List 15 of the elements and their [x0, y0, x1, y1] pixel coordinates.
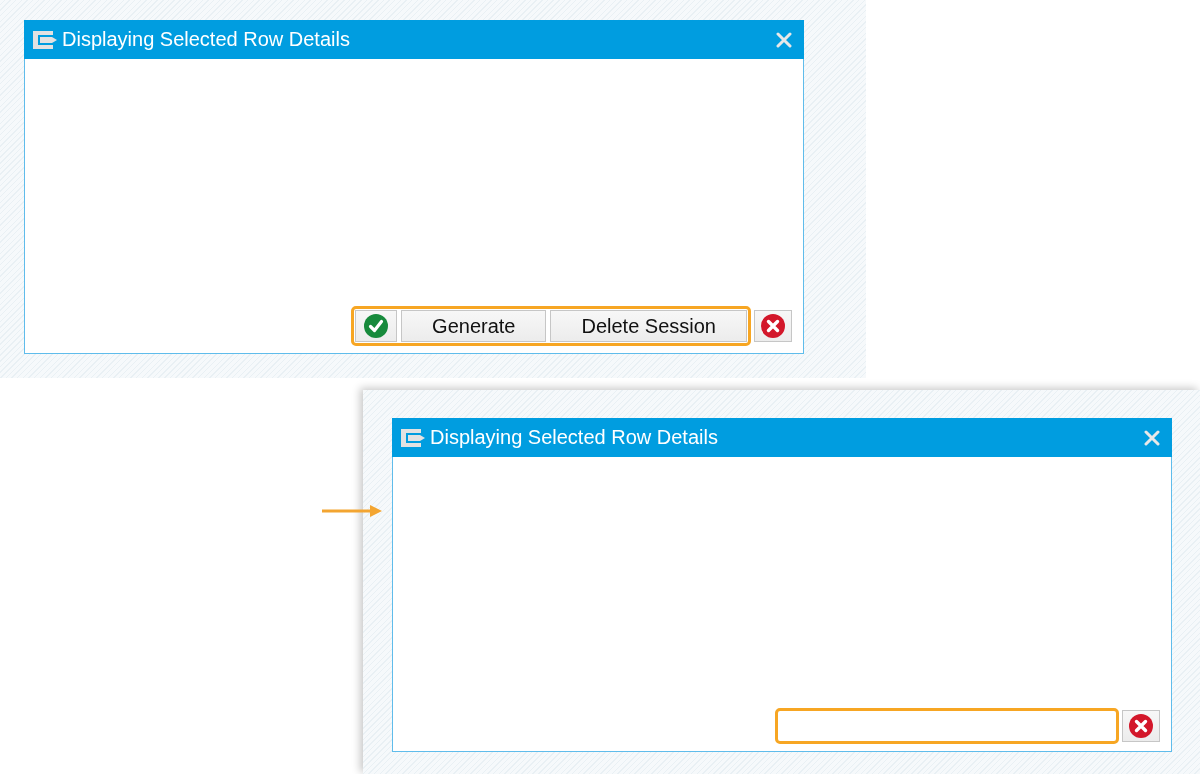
cancel-icon	[1129, 714, 1153, 738]
window-title: Displaying Selected Row Details	[62, 28, 351, 51]
window-icon	[33, 30, 57, 49]
dialog-button[interactable]: Generate	[401, 310, 547, 342]
cancel-icon	[761, 314, 785, 338]
dialog-button[interactable]: Delete Session	[550, 310, 747, 342]
close-icon[interactable]	[776, 31, 792, 48]
window-icon	[401, 428, 425, 447]
confirm-button[interactable]	[355, 310, 398, 342]
arrow-icon	[322, 505, 382, 517]
cancel-button[interactable]	[1122, 710, 1160, 742]
check-icon	[364, 314, 389, 338]
window-title: Displaying Selected Row Details	[430, 426, 719, 449]
close-icon[interactable]	[1144, 429, 1160, 446]
cancel-button[interactable]	[754, 310, 792, 342]
